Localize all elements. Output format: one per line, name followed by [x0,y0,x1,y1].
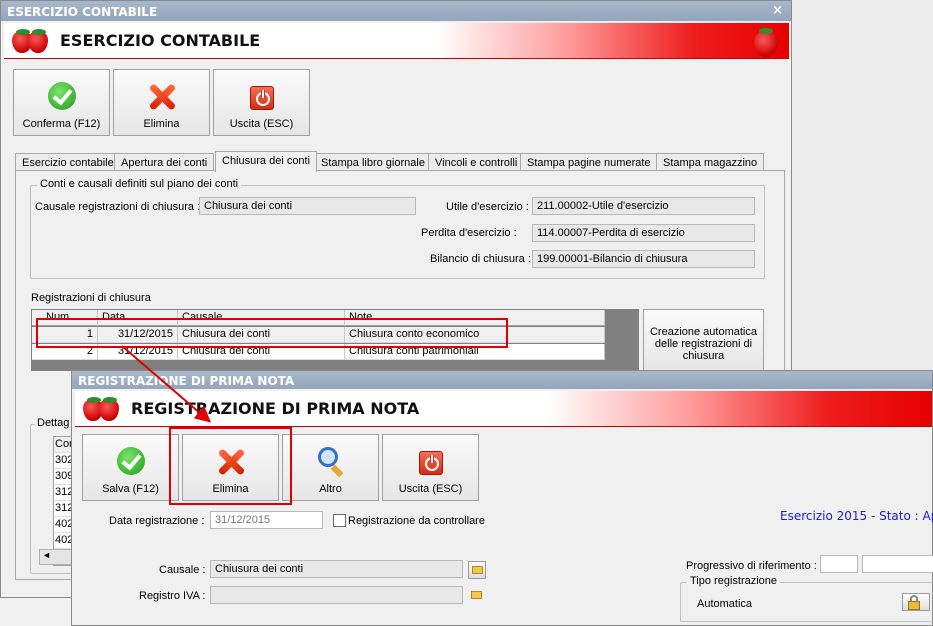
close-icon[interactable]: × [772,3,783,18]
progressivo-field-2[interactable] [862,555,933,573]
data-registrazione-label: Data registrazione : [109,515,205,527]
tab-apertura-dei-conti[interactable]: Apertura dei conti [114,153,215,171]
grid-header-note[interactable]: Note [345,310,605,326]
exit-button[interactable]: Uscita (ESC) [382,434,479,501]
delete-x-icon [147,82,177,112]
confirm-button[interactable]: Conferma (F12) [13,69,110,136]
conti-group-title: Conti e causali definiti sul piano dei c… [37,178,242,190]
delete-label: Elimina [212,483,249,495]
exit-label: Uscita (ESC) [398,483,463,495]
window-banner: REGISTRAZIONE DI PRIMA NOTA [75,391,932,427]
row-data: 31/12/2015 [98,344,178,360]
registro-iva-field[interactable] [210,586,463,604]
folder-icon [472,566,483,574]
tipo-registrazione-title: Tipo registrazione [687,575,781,587]
scroll-left-arrow-icon[interactable]: ◄ [39,549,73,565]
row-note: Chiusura conti patrimoniali [345,344,605,360]
banner-title: REGISTRAZIONE DI PRIMA NOTA [131,399,420,418]
check-icon [47,82,76,110]
power-icon [249,86,274,110]
causale-chiusura-label: Causale registrazioni di chiusura : [35,201,201,213]
save-label: Salva (F12) [102,483,159,495]
registro-iva-label: Registro IVA : [139,590,206,602]
dettaglio-title: Dettag [35,417,72,429]
row-note: Chiusura conto economico [345,327,605,343]
window-titlebar[interactable]: ESERCIZIO CONTABILE × [1,1,791,21]
tab-vincoli-e-controlli[interactable]: Vincoli e controlli [428,153,525,171]
grid-header-causale[interactable]: Causale [178,310,345,326]
list-item[interactable]: 302 [54,453,72,469]
exit-button[interactable]: Uscita (ESC) [213,69,310,136]
registrazioni-title: Registrazioni di chiusura [31,292,151,304]
causale-field[interactable]: Chiusura dei conti [210,560,463,578]
window-titlebar[interactable]: REGISTRAZIONE DI PRIMA NOTA [72,371,932,389]
registro-iva-lookup-button[interactable] [468,587,486,605]
save-button[interactable]: Salva (F12) [82,434,179,501]
row-causale: Chiusura dei conti [178,327,345,343]
bilancio-field[interactable]: 199.00001-Bilancio di chiusura [532,250,755,268]
tab-stampa-magazzino[interactable]: Stampa magazzino [656,153,765,171]
tab-esercizio-contabile[interactable]: Esercizio contabile [15,153,121,171]
data-registrazione-field[interactable]: 31/12/2015 [210,511,323,529]
magnifier-icon [316,447,346,478]
window-banner: ESERCIZIO CONTABILE [4,23,789,59]
controllare-label: Registrazione da controllare [348,515,485,527]
row-num: 2 [32,344,98,360]
tipo-registrazione-value: Automatica [697,598,753,610]
list-item[interactable]: 402 [54,517,72,533]
check-icon [116,447,145,475]
confirm-label: Conferma (F12) [22,118,101,130]
window-title: ESERCIZIO CONTABILE [7,5,158,19]
bilancio-label: Bilancio di chiusura : [430,253,531,265]
folder-icon [471,591,482,599]
row-num: 1 [32,327,98,343]
causale-lookup-button[interactable] [468,561,486,579]
exit-label: Uscita (ESC) [229,118,294,130]
perdita-field[interactable]: 114.00007-Perdita di esercizio [532,224,755,242]
banner-title: ESERCIZIO CONTABILE [60,31,261,50]
power-icon [418,451,443,475]
table-row[interactable]: 1 31/12/2015 Chiusura dei conti Chiusura… [32,327,605,343]
progressivo-label: Progressivo di riferimento : [686,560,817,572]
delete-x-icon [216,447,246,477]
list-item[interactable]: 312 [54,485,72,501]
utile-field[interactable]: 211.00002-Utile d'esercizio [532,197,755,215]
auto-creation-button[interactable]: Creazione automatica delle registrazioni… [643,309,764,371]
list-item[interactable]: 402 [54,533,72,549]
tab-stampa-pagine-numerate[interactable]: Stampa pagine numerate [520,153,658,171]
utile-label: Utile d'esercizio : [446,201,529,213]
registrazioni-grid: Num. Data Causale Note 1 31/12/2015 Chiu… [31,309,639,371]
tab-chiusura-dei-conti[interactable]: Chiusura dei conti [215,151,318,172]
controllare-checkbox[interactable] [333,514,346,527]
grid-header-num[interactable]: Num. [32,310,98,326]
other-button[interactable]: Altro [282,434,379,501]
delete-button[interactable]: Elimina [113,69,210,136]
progressivo-field-1[interactable] [820,555,858,573]
tab-stampa-libro-giornale[interactable]: Stampa libro giornale [314,153,432,171]
dettaglio-list: Con 302 309 312 312 402 402 [53,436,73,566]
window-title: REGISTRAZIONE DI PRIMA NOTA [78,374,295,388]
causale-label: Causale : [159,564,206,576]
prima-nota-window: REGISTRAZIONE DI PRIMA NOTA REGISTRAZION… [71,370,933,626]
list-item[interactable]: 309 [54,469,72,485]
esercizio-status: Esercizio 2015 - Stato : Ap [780,509,933,523]
perdita-label: Perdita d'esercizio : [421,227,517,239]
lock-button[interactable] [902,593,930,611]
table-row[interactable]: 2 31/12/2015 Chiusura dei conti Chiusura… [32,344,605,360]
causale-chiusura-field[interactable]: Chiusura dei conti [199,197,416,215]
dettaglio-header: Con [54,437,72,453]
list-item[interactable]: 312 [54,501,72,517]
row-causale: Chiusura dei conti [178,344,345,360]
row-data: 31/12/2015 [98,327,178,343]
grid-header: Num. Data Causale Note [32,310,605,326]
grid-header-data[interactable]: Data [98,310,178,326]
other-label: Altro [319,483,342,495]
delete-button[interactable]: Elimina [182,434,279,501]
delete-label: Elimina [143,118,180,130]
